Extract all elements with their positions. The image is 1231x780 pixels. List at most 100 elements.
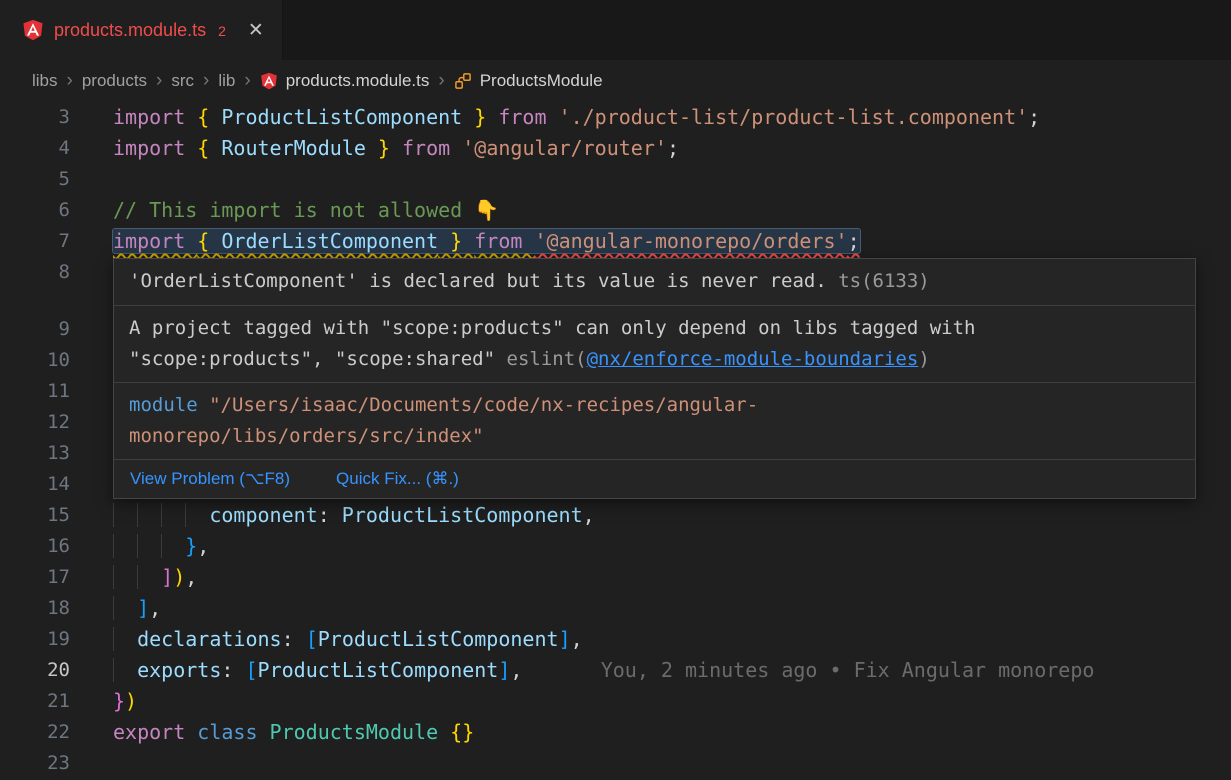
- code-token: RouterModule: [221, 136, 366, 160]
- hover-section: 'OrderListComponent' is declared but its…: [114, 259, 1195, 306]
- code-token: export: [113, 720, 197, 744]
- hover-actions: View Problem (⌥F8) Quick Fix... (⌘.): [114, 460, 1195, 498]
- code-line-content: ]),: [70, 562, 197, 593]
- code-line-content: declarations: [ProductListComponent],: [70, 624, 583, 655]
- code-token: ;: [848, 229, 860, 253]
- code-line-content: // This import is not allowed 👇: [70, 195, 499, 226]
- indent-guide: [113, 534, 185, 558]
- hover-text: 'OrderListComponent' is declared but its…: [129, 270, 827, 292]
- angular-icon: [260, 72, 278, 90]
- breadcrumb-symbol-label: ProductsModule: [480, 71, 603, 91]
- code-line[interactable]: 16 },: [0, 531, 1231, 562]
- line-number: 19: [0, 624, 70, 655]
- code-line[interactable]: 17 ]),: [0, 562, 1231, 593]
- code-token: ]: [137, 596, 149, 620]
- code-line-content: [70, 438, 113, 469]
- code-token: {: [197, 136, 221, 160]
- code-line-content: component: ProductListComponent,: [70, 500, 595, 531]
- line-number: 6: [0, 195, 70, 226]
- breadcrumb-item-products[interactable]: products: [82, 71, 147, 91]
- code-token: ]: [498, 658, 510, 682]
- code-token: class: [197, 720, 269, 744]
- chevron-right-icon: ›: [67, 70, 73, 92]
- code-token: ,: [583, 503, 595, 527]
- line-number: 5: [0, 164, 70, 195]
- indent-guide: [113, 658, 137, 682]
- tab-products-module[interactable]: products.module.ts 2 ✕: [0, 0, 283, 60]
- code-line[interactable]: 22export class ProductsModule {}: [0, 717, 1231, 748]
- code-token: [: [245, 658, 257, 682]
- code-token: ,: [149, 596, 161, 620]
- hover-sections: 'OrderListComponent' is declared but its…: [114, 259, 1195, 460]
- code-token: '@angular-monorepo/orders': [534, 229, 847, 253]
- code-line[interactable]: 4import { RouterModule } from '@angular/…: [0, 133, 1231, 164]
- line-number: 13: [0, 438, 70, 469]
- code-token: ): [125, 689, 137, 713]
- code-line[interactable]: 7import { OrderListComponent } from '@an…: [0, 226, 1231, 257]
- code-line[interactable]: 20 exports: [ProductListComponent],You, …: [0, 655, 1231, 686]
- vscode-window: products.module.ts 2 ✕ libs › products ›…: [0, 0, 1231, 779]
- code-token: ,: [197, 534, 209, 558]
- code-token: ProductListComponent: [318, 627, 559, 651]
- chevron-right-icon: ›: [244, 70, 250, 92]
- code-line-content: [70, 469, 113, 500]
- code-line[interactable]: 15 component: ProductListComponent,: [0, 500, 1231, 531]
- indent-guide: [113, 503, 209, 527]
- eslint-rule-link[interactable]: @nx/enforce-module-boundaries: [587, 348, 919, 370]
- line-number: 12: [0, 407, 70, 438]
- code-token: ProductListComponent: [342, 503, 583, 527]
- hover-text: module: [129, 394, 209, 416]
- code-token: [: [306, 627, 318, 651]
- line-number: 22: [0, 717, 70, 748]
- breadcrumb-item-file[interactable]: products.module.ts: [260, 71, 430, 91]
- indent-guide: [113, 596, 137, 620]
- code-token: ProductsModule: [270, 720, 451, 744]
- hover-text: ts(6133): [827, 270, 930, 292]
- view-problem-link[interactable]: View Problem (⌥F8): [130, 467, 290, 491]
- line-number: 18: [0, 593, 70, 624]
- code-token: from: [474, 229, 534, 253]
- code-line-content: exports: [ProductListComponent],You, 2 m…: [70, 655, 1094, 686]
- code-line[interactable]: 6// This import is not allowed 👇: [0, 195, 1231, 226]
- code-line[interactable]: 5: [0, 164, 1231, 195]
- breadcrumb-item-src[interactable]: src: [171, 71, 194, 91]
- code-token: // This import is not allowed: [113, 198, 474, 222]
- line-number: 4: [0, 133, 70, 164]
- code-line[interactable]: 3import { ProductListComponent } from '.…: [0, 102, 1231, 133]
- quick-fix-link[interactable]: Quick Fix... (⌘.): [336, 467, 459, 491]
- code-token: component: [209, 503, 317, 527]
- code-token: :: [282, 627, 306, 651]
- breadcrumb-item-libs[interactable]: libs: [32, 71, 58, 91]
- indent-guide: [113, 627, 137, 651]
- line-number: 8: [0, 257, 70, 288]
- code-token: }: [185, 534, 197, 558]
- breadcrumb: libs › products › src › lib › products.m…: [0, 60, 1231, 102]
- line-number: 16: [0, 531, 70, 562]
- close-tab-icon[interactable]: ✕: [248, 19, 264, 42]
- chevron-right-icon: ›: [438, 70, 444, 92]
- line-number: 21: [0, 686, 70, 717]
- hover-section: A project tagged with "scope:products" c…: [114, 306, 1195, 383]
- code-token: from: [498, 105, 558, 129]
- code-line[interactable]: 23: [0, 748, 1231, 779]
- hover-range-highlight: import { OrderListComponent } from '@ang…: [113, 229, 860, 253]
- breadcrumb-item-symbol[interactable]: ProductsModule: [454, 71, 603, 91]
- line-number: 11: [0, 376, 70, 407]
- code-token: 👇: [474, 198, 499, 222]
- code-line[interactable]: 19 declarations: [ProductListComponent],: [0, 624, 1231, 655]
- line-number: 3: [0, 102, 70, 133]
- code-line-content: [70, 407, 113, 438]
- code-line[interactable]: 18 ],: [0, 593, 1231, 624]
- code-token: ProductListComponent: [258, 658, 499, 682]
- code-token: ProductListComponent: [221, 105, 462, 129]
- line-number: 23: [0, 748, 70, 779]
- code-token: './product-list/product-list.component': [559, 105, 1029, 129]
- line-number: 9: [0, 314, 70, 345]
- code-token: :: [318, 503, 342, 527]
- code-line-content: [70, 314, 113, 345]
- code-line[interactable]: 21}): [0, 686, 1231, 717]
- code-token: OrderListComponent: [221, 229, 438, 253]
- code-token: import: [113, 136, 197, 160]
- breadcrumb-item-lib[interactable]: lib: [218, 71, 235, 91]
- code-line-content: import { ProductListComponent } from './…: [70, 102, 1040, 133]
